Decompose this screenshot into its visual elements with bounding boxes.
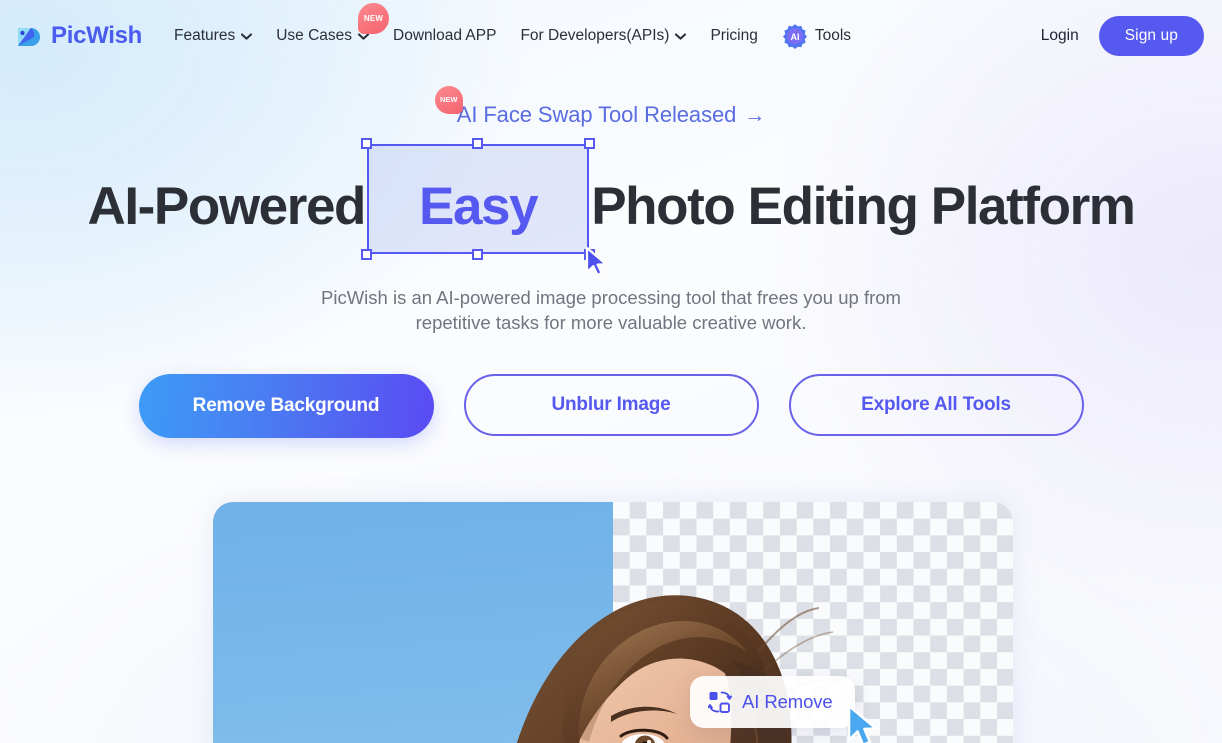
headline-highlight-word: Easy — [419, 177, 539, 236]
ai-remove-chip[interactable]: AI Remove — [690, 676, 855, 728]
sign-up-button[interactable]: Sign up — [1098, 16, 1204, 56]
brand-logo-link[interactable]: PicWish — [14, 21, 142, 51]
announcement-link[interactable]: NEW AI Face Swap Tool Released → — [434, 86, 766, 128]
unblur-image-button[interactable]: Unblur Image — [463, 374, 759, 436]
nav-item-use-cases[interactable]: NEW Use Cases — [264, 3, 390, 56]
nav-item-download-app[interactable]: Download APP — [381, 16, 508, 56]
picwish-bird-logo-icon — [14, 21, 44, 51]
nav-item-pricing[interactable]: Pricing — [698, 16, 769, 56]
pointer-cursor-icon — [847, 704, 878, 743]
nav-item-label: Use Cases — [276, 27, 353, 44]
nav-item-features[interactable]: Features — [162, 16, 264, 56]
nav-links: Features NEW Use Cases Download APP For … — [162, 3, 863, 56]
remove-background-button[interactable]: Remove Background — [138, 374, 434, 438]
resize-handle-bottom-left[interactable] — [361, 249, 373, 260]
swap-replace-icon — [708, 691, 732, 713]
announcement-banner: NEW AI Face Swap Tool Released → — [0, 86, 1222, 128]
svg-text:AI: AI — [790, 32, 799, 42]
nav-item-for-developers[interactable]: For Developers(APIs) — [508, 16, 698, 56]
nav-item-label: Download APP — [393, 27, 497, 44]
announcement-new-badge: NEW — [434, 86, 463, 114]
chevron-down-icon — [241, 32, 253, 40]
nav-item-tools[interactable]: AI Tools — [770, 16, 863, 56]
headline-selected-word-box[interactable]: Easy — [361, 138, 608, 277]
explore-all-tools-button[interactable]: Explore All Tools — [788, 374, 1084, 436]
nav-actions: Login Sign up — [1033, 16, 1210, 56]
arrow-cursor-icon — [586, 246, 608, 277]
cta-button-row: Remove Background Unblur Image Explore A… — [0, 374, 1222, 438]
arrow-right-icon: → — [744, 103, 766, 127]
login-link[interactable]: Login — [1033, 21, 1087, 51]
hero-subtitle: PicWish is an AI-powered image processin… — [321, 287, 901, 333]
resize-handle-top-right[interactable] — [584, 138, 596, 149]
page-title: AI-Powered Easy Photo Editing Platform — [0, 138, 1222, 277]
chevron-down-icon — [675, 32, 687, 40]
brand-name: PicWish — [51, 22, 143, 49]
nav-item-label: For Developers(APIs) — [520, 27, 670, 44]
background-removal-demo-card[interactable]: HD — [213, 502, 1013, 743]
resize-handle-top-left[interactable] — [361, 138, 373, 149]
top-navigation-bar: PicWish Features NEW Use Cases Download … — [0, 0, 1222, 72]
nav-item-label: Pricing — [710, 27, 758, 44]
ai-remove-label: AI Remove — [742, 691, 833, 712]
headline-part-after: Photo Editing Platform — [591, 177, 1136, 236]
demo-portrait-image — [491, 595, 842, 743]
resize-handle-top-center[interactable] — [472, 138, 484, 149]
nav-item-label: Tools — [814, 27, 852, 44]
ai-badge-icon: AI — [782, 23, 808, 49]
nav-item-label: Features — [174, 27, 236, 44]
headline-part-before: AI-Powered — [87, 177, 366, 236]
resize-handle-bottom-center[interactable] — [472, 249, 484, 260]
announcement-text: AI Face Swap Tool Released — [456, 102, 737, 127]
